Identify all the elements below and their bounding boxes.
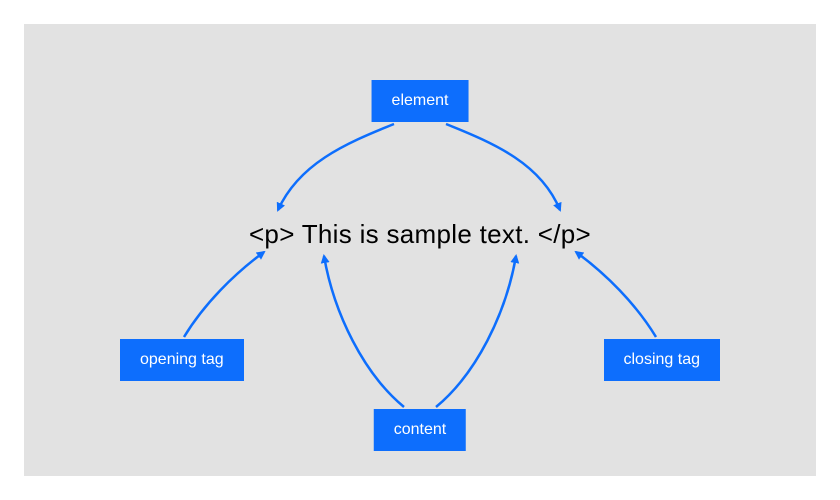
arrow-content-right [436, 256, 516, 407]
arrow-closing-tag [576, 252, 656, 337]
opening-tag-text: <p> [249, 219, 302, 249]
closing-tag-label: closing tag [604, 339, 721, 381]
opening-tag-label: opening tag [120, 339, 244, 381]
arrow-content-left [324, 256, 404, 407]
element-label: element [372, 80, 469, 122]
content-label: content [374, 409, 466, 451]
arrow-element-to-open [278, 124, 394, 210]
arrow-opening-tag [184, 252, 264, 337]
code-line: <p> This is sample text. </p> [24, 219, 816, 250]
arrow-element-to-close [446, 124, 560, 210]
diagram-canvas: element <p> This is sample text. </p> op… [24, 24, 816, 476]
closing-tag-text: </p> [530, 219, 591, 249]
content-text: This is sample text. [302, 219, 531, 249]
